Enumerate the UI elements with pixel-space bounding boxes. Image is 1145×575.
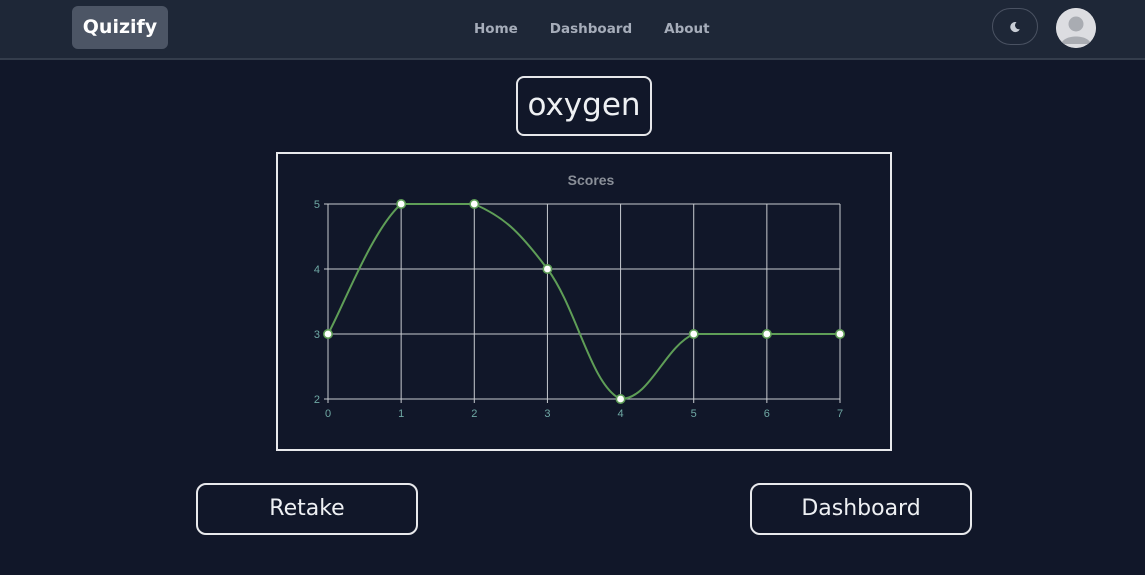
scores-chart: Scores 0 1 2 3 4 5 6 7 2 3 4 5: [276, 152, 892, 451]
data-point: [396, 198, 407, 209]
data-point: [688, 329, 699, 340]
quiz-title: oxygen: [516, 76, 652, 136]
theme-toggle-button[interactable]: [992, 8, 1038, 45]
user-avatar[interactable]: [1056, 8, 1096, 48]
series-line: [327, 203, 841, 401]
x-tick-label: 6: [764, 408, 770, 420]
y-tick-label: 5: [314, 199, 320, 211]
y-tick-label: 3: [314, 329, 320, 341]
data-point: [761, 329, 772, 340]
chart-ticks: 0 1 2 3 4 5 6 7 2 3 4 5: [314, 199, 843, 420]
user-avatar-icon: [1056, 8, 1096, 48]
x-tick-label: 4: [618, 408, 624, 420]
y-tick-label: 2: [314, 394, 320, 406]
data-point: [469, 198, 480, 209]
x-tick-label: 1: [398, 408, 404, 420]
data-point: [615, 394, 626, 405]
x-tick-label: 2: [471, 408, 477, 420]
data-point: [834, 329, 845, 340]
chart-grid: [324, 203, 841, 403]
y-tick-label: 4: [314, 264, 320, 276]
x-tick-label: 7: [837, 408, 843, 420]
dashboard-button[interactable]: Dashboard: [750, 483, 972, 535]
navbar: Quizify Home Dashboard About: [0, 0, 1145, 60]
data-point: [322, 329, 333, 340]
x-tick-label: 3: [544, 408, 550, 420]
x-tick-label: 0: [325, 408, 331, 420]
brand-logo[interactable]: Quizify: [72, 6, 168, 49]
x-tick-label: 5: [691, 408, 697, 420]
chart-points: [322, 198, 845, 405]
nav-links: Home Dashboard About: [466, 0, 726, 58]
nav-about-link[interactable]: About: [648, 21, 725, 37]
nav-dashboard-link[interactable]: Dashboard: [534, 21, 648, 37]
data-point: [542, 264, 553, 275]
moon-icon: [1010, 21, 1020, 32]
retake-button[interactable]: Retake: [196, 483, 418, 535]
nav-home-link[interactable]: Home: [466, 21, 534, 37]
scores-chart-svg: Scores 0 1 2 3 4 5 6 7 2 3 4 5: [314, 172, 845, 420]
chart-title: Scores: [568, 172, 615, 188]
